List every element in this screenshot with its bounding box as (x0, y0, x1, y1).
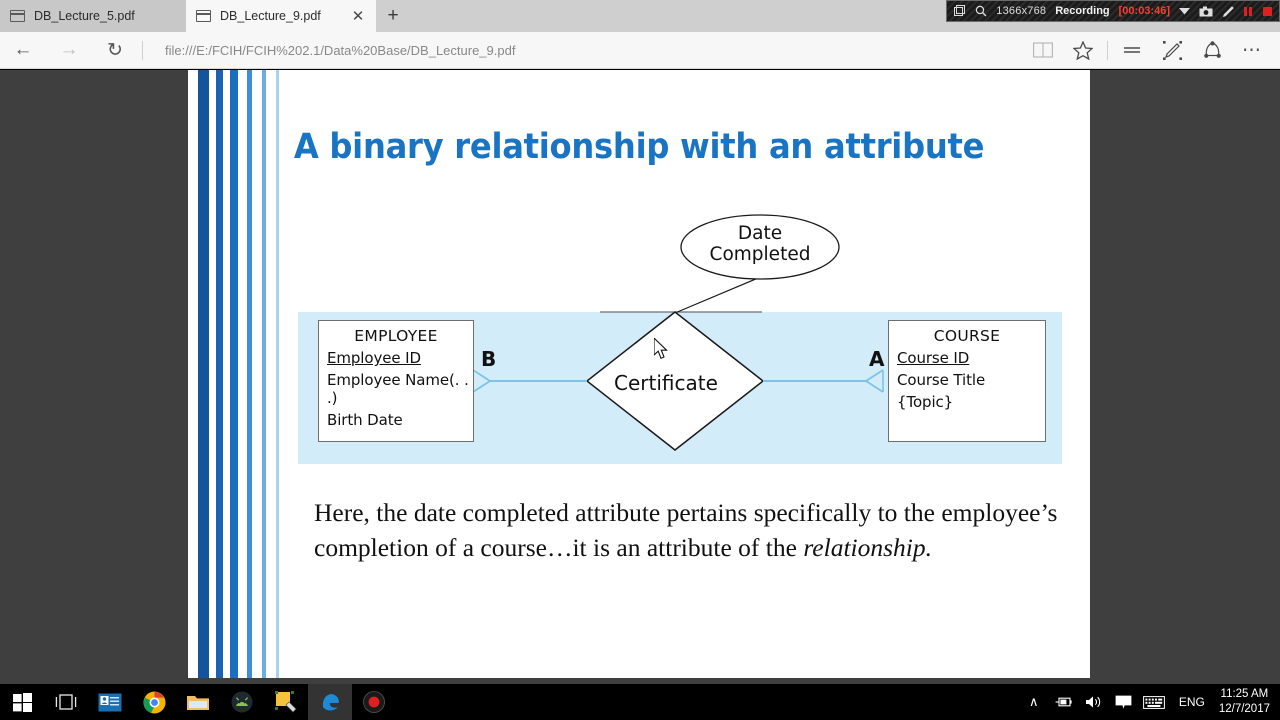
recorder-icon[interactable] (352, 684, 396, 720)
browser-navigation-bar: ← → ↻ file:///E:/FCIH/FCIH%202.1/Data%20… (0, 32, 1280, 69)
screen-recorder-overlay: 1366x768 Recording [00:03:46] (946, 0, 1280, 22)
entity-name: COURSE (933, 327, 1001, 345)
battery-icon[interactable] (1049, 684, 1079, 720)
tab-title: DB_Lecture_5.pdf (34, 9, 135, 23)
slide-body-text-italic: relationship. (803, 533, 933, 563)
entity-attribute: Course Title (897, 371, 986, 389)
entity-attribute: Employee Name(. . .) (327, 371, 469, 407)
toolbar-divider (1107, 40, 1108, 60)
cardinality-label-a: A (869, 347, 885, 371)
start-button[interactable] (0, 684, 44, 720)
pdf-document-icon (196, 10, 211, 22)
entity-name: EMPLOYEE (354, 327, 438, 345)
relationship-label: Certificate (614, 371, 718, 395)
show-hidden-icons-button[interactable]: ∧ (1019, 684, 1049, 720)
browser-toolbar-right: ⋯ (1023, 32, 1280, 68)
window-icon[interactable] (954, 5, 966, 17)
hub-icon[interactable] (1112, 32, 1152, 68)
browser-tab-1[interactable]: DB_Lecture_5.pdf (0, 0, 186, 32)
clock[interactable]: 11:25 AM 12/7/2017 (1215, 687, 1280, 716)
entity-box-course: COURSE Course ID Course Title {Topic} (888, 320, 1046, 442)
windows-taskbar: ∧ ENG 11:25 AM 12/7/2017 (0, 684, 1280, 720)
pdf-document-icon (10, 10, 25, 22)
reading-view-icon[interactable] (1023, 32, 1063, 68)
action-center-icon[interactable] (1109, 684, 1139, 720)
toolbar-divider (142, 40, 143, 60)
cardinality-label-b: B (481, 347, 497, 371)
slide-body-text: Here, the date completed attribute perta… (314, 495, 1074, 565)
volume-icon[interactable] (1079, 684, 1109, 720)
edge-icon[interactable] (308, 684, 352, 720)
chrome-icon[interactable] (132, 684, 176, 720)
attribute-ellipse-line1: Date (737, 223, 783, 244)
pdf-viewer: A binary relationship with an attribute (0, 70, 1280, 684)
capture-tool-icon[interactable] (264, 684, 308, 720)
stop-icon[interactable] (1263, 6, 1272, 16)
close-icon[interactable]: ✕ (350, 9, 366, 24)
new-tab-button[interactable]: + (376, 0, 410, 32)
slide-body-text-main: Here, the date completed attribute perta… (314, 498, 1058, 563)
pause-icon[interactable] (1244, 6, 1254, 16)
recorder-status: Recording (1055, 5, 1110, 17)
system-tray: ∧ ENG 11:25 AM 12/7/2017 (1019, 684, 1280, 720)
entity-attribute: Birth Date (327, 411, 403, 429)
refresh-button[interactable]: ↻ (92, 32, 138, 68)
entity-attribute-key: Employee ID (327, 349, 421, 367)
forward-button[interactable]: → (46, 32, 92, 68)
clock-date: 12/7/2017 (1218, 703, 1270, 715)
pdf-page: A binary relationship with an attribute (188, 70, 1090, 678)
attribute-ellipse-label: Date Completed (681, 223, 839, 265)
web-note-icon[interactable] (1152, 32, 1192, 68)
clock-time: 11:25 AM (1220, 688, 1269, 701)
tab-title: DB_Lecture_9.pdf (220, 9, 321, 23)
attribute-ellipse-line2: Completed (709, 243, 811, 265)
camera-icon[interactable] (1199, 6, 1213, 17)
mail-app-icon[interactable] (88, 684, 132, 720)
file-explorer-icon[interactable] (176, 684, 220, 720)
android-studio-icon[interactable] (220, 684, 264, 720)
mouse-cursor (654, 338, 668, 360)
magnifier-icon[interactable] (975, 5, 987, 17)
language-indicator[interactable]: ENG (1169, 695, 1215, 709)
screen: DB_Lecture_5.pdf DB_Lecture_9.pdf ✕ + 13… (0, 0, 1280, 720)
address-bar[interactable]: file:///E:/FCIH/FCIH%202.1/Data%20Base/D… (147, 32, 1023, 68)
entity-box-employee: EMPLOYEE Employee ID Employee Name(. . .… (318, 320, 474, 442)
more-icon[interactable]: ⋯ (1232, 32, 1272, 68)
keyboard-icon[interactable] (1139, 684, 1169, 720)
recorder-elapsed: [00:03:46] (1118, 5, 1170, 17)
favorites-star-icon[interactable] (1063, 32, 1103, 68)
dropdown-icon[interactable] (1179, 7, 1190, 15)
share-icon[interactable] (1192, 32, 1232, 68)
task-view-button[interactable] (44, 684, 88, 720)
back-button[interactable]: ← (0, 32, 46, 68)
entity-attribute-key: Course ID (897, 349, 970, 367)
pencil-icon[interactable] (1222, 5, 1235, 18)
recorder-resolution: 1366x768 (996, 5, 1047, 17)
browser-tab-2[interactable]: DB_Lecture_9.pdf ✕ (186, 0, 376, 32)
entity-attribute: {Topic} (897, 393, 954, 411)
